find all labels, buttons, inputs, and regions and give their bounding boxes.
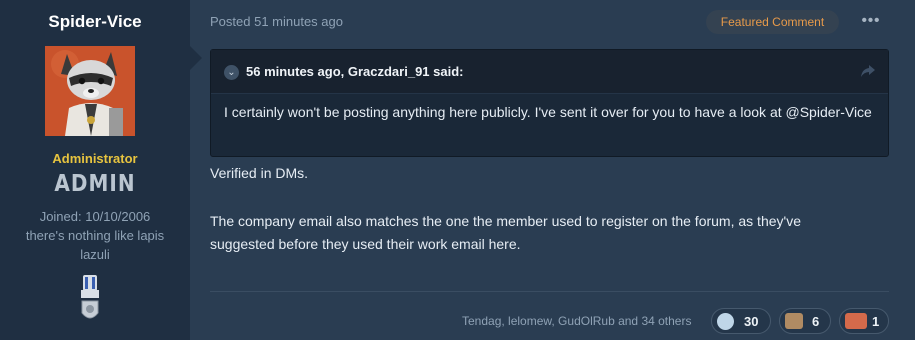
reaction-count: 30 [744, 314, 759, 329]
role-title: Administrator [52, 151, 138, 166]
role-banner: ADMIN [54, 169, 136, 197]
author-panel: Spider-Vice Administrator ADMIN Joined: … [0, 0, 190, 340]
featured-comment-badge: Featured Comment [706, 10, 839, 34]
avatar[interactable] [45, 46, 135, 136]
medal-badge-icon[interactable] [78, 275, 102, 327]
share-arrow-icon[interactable] [859, 62, 877, 80]
image-reaction-icon [785, 313, 803, 329]
reaction-image-button[interactable]: 6 [779, 308, 831, 334]
quote-attribution[interactable]: 56 minutes ago, Graczdari_91 said: [246, 64, 463, 79]
quote-text: I certainly won't be posting anything he… [224, 104, 872, 120]
custom-title: there's nothing like lapis lazuli [25, 228, 165, 262]
quote-expand-icon[interactable]: ⌄ [224, 65, 239, 80]
reaction-thanks-button[interactable]: 30 [711, 308, 771, 334]
post-text-line: Verified in DMs. [210, 165, 309, 181]
image-reaction-icon-2 [845, 313, 867, 329]
reaction-image-button-2[interactable]: 1 [839, 308, 889, 334]
post-timestamp[interactable]: Posted 51 minutes ago [210, 14, 343, 29]
reaction-count: 6 [812, 314, 820, 329]
quote-header: ⌄ 56 minutes ago, Graczdari_91 said: [211, 50, 888, 94]
more-options-button[interactable]: ••• [858, 10, 884, 32]
author-info: Joined: 10/10/2006 there's nothing like … [10, 207, 180, 264]
post-text-paragraph: The company email also matches the one t… [210, 213, 801, 252]
thanks-reaction-icon [717, 313, 734, 330]
post-divider [210, 291, 889, 292]
author-panel-pointer [190, 46, 202, 70]
join-date: Joined: 10/10/2006 [39, 209, 151, 224]
reactors-list[interactable]: Tendag, lelomew, GudOlRub and 34 others [462, 314, 691, 328]
reaction-count: 1 [872, 314, 880, 329]
quote-block: ⌄ 56 minutes ago, Graczdari_91 said: I c… [210, 49, 889, 157]
author-username[interactable]: Spider-Vice [0, 12, 190, 32]
